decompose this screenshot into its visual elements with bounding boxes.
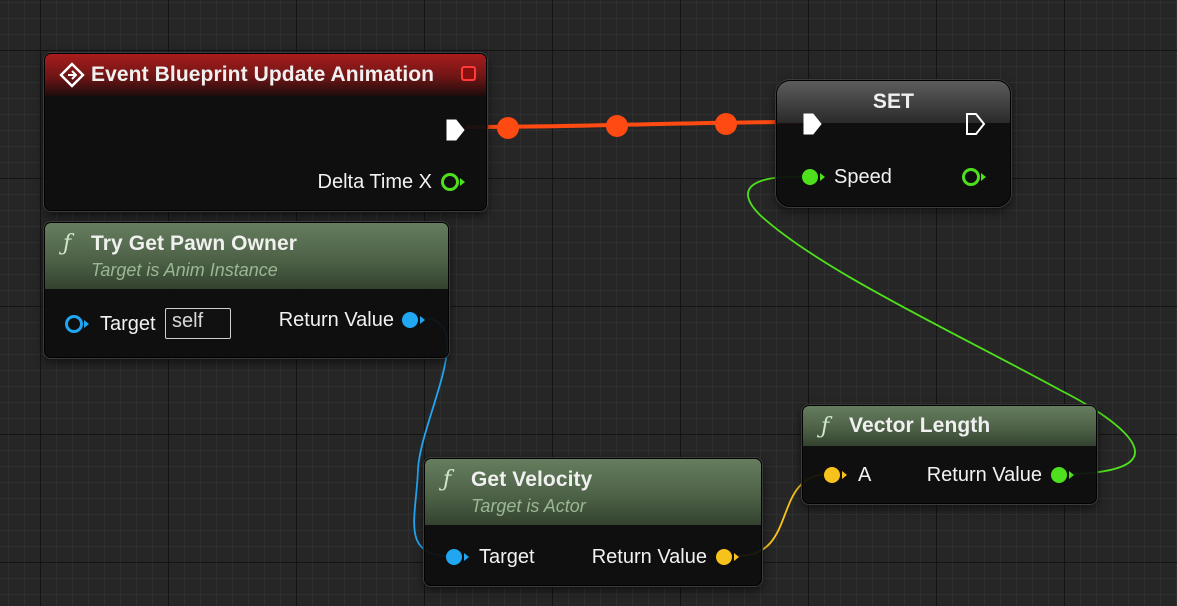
get-velocity-return-label: Return Value [591, 546, 707, 568]
vector-length-header[interactable]: ƒ Vector Length [803, 406, 1096, 446]
breakpoint-icon[interactable] [461, 66, 476, 81]
try-get-pawn-owner-return-pin[interactable] [399, 309, 427, 331]
get-velocity-header[interactable]: ƒ Get Velocity Target is Actor [425, 459, 761, 525]
vector-length-title: Vector Length [849, 414, 991, 437]
try-get-pawn-owner-title: Try Get Pawn Owner [91, 231, 298, 255]
function-icon: ƒ [63, 231, 72, 256]
event-diamond-icon [59, 62, 85, 88]
get-velocity-target-pin[interactable] [443, 546, 471, 568]
target-input-pin[interactable] [63, 313, 91, 335]
vector-length-a-label: A [858, 464, 872, 486]
vector-length-node[interactable]: ƒ Vector Length A Return Value [802, 405, 1097, 504]
event-node-title: Event Blueprint Update Animation [91, 63, 435, 86]
exec-wire-bubble [606, 115, 628, 137]
vector-length-a-pin[interactable] [821, 464, 849, 486]
exec-wire-bubble [497, 117, 519, 139]
event-node-header[interactable]: Event Blueprint Update Animation [45, 54, 486, 96]
try-get-pawn-owner-header[interactable]: ƒ Try Get Pawn Owner Target is Anim Inst… [45, 223, 448, 289]
event-blueprint-update-animation-node[interactable]: Event Blueprint Update Animation Delta T… [44, 53, 487, 211]
get-velocity-return-pin[interactable] [713, 546, 741, 568]
speed-output-pin[interactable] [960, 166, 988, 188]
try-get-pawn-owner-return-label: Return Value [278, 309, 394, 331]
get-velocity-subtitle: Target is Actor [471, 496, 586, 516]
exec-wire-bubble [715, 113, 737, 135]
try-get-pawn-owner-node[interactable]: ƒ Try Get Pawn Owner Target is Anim Inst… [44, 222, 449, 358]
target-self-field[interactable]: self [165, 308, 231, 339]
delta-time-output-pin[interactable] [439, 171, 467, 193]
delta-time-label: Delta Time X [317, 171, 432, 193]
function-icon: ƒ [821, 413, 830, 439]
exec-output-pin[interactable] [444, 118, 466, 142]
vector-length-return-label: Return Value [926, 464, 1042, 486]
speed-input-pin[interactable] [799, 166, 827, 188]
target-label: Target [100, 313, 156, 335]
speed-label: Speed [834, 166, 892, 188]
try-get-pawn-owner-subtitle: Target is Anim Instance [91, 260, 278, 280]
get-velocity-title: Get Velocity [471, 467, 593, 491]
function-icon: ƒ [443, 467, 452, 492]
get-velocity-node[interactable]: ƒ Get Velocity Target is Actor Target Re… [424, 458, 762, 586]
set-exec-input-pin[interactable] [801, 112, 823, 136]
get-velocity-target-label: Target [479, 546, 535, 568]
set-node[interactable]: SET Speed [776, 80, 1011, 207]
set-exec-output-pin[interactable] [964, 112, 986, 136]
set-node-title: SET [872, 90, 915, 113]
vector-length-return-pin[interactable] [1048, 464, 1076, 486]
